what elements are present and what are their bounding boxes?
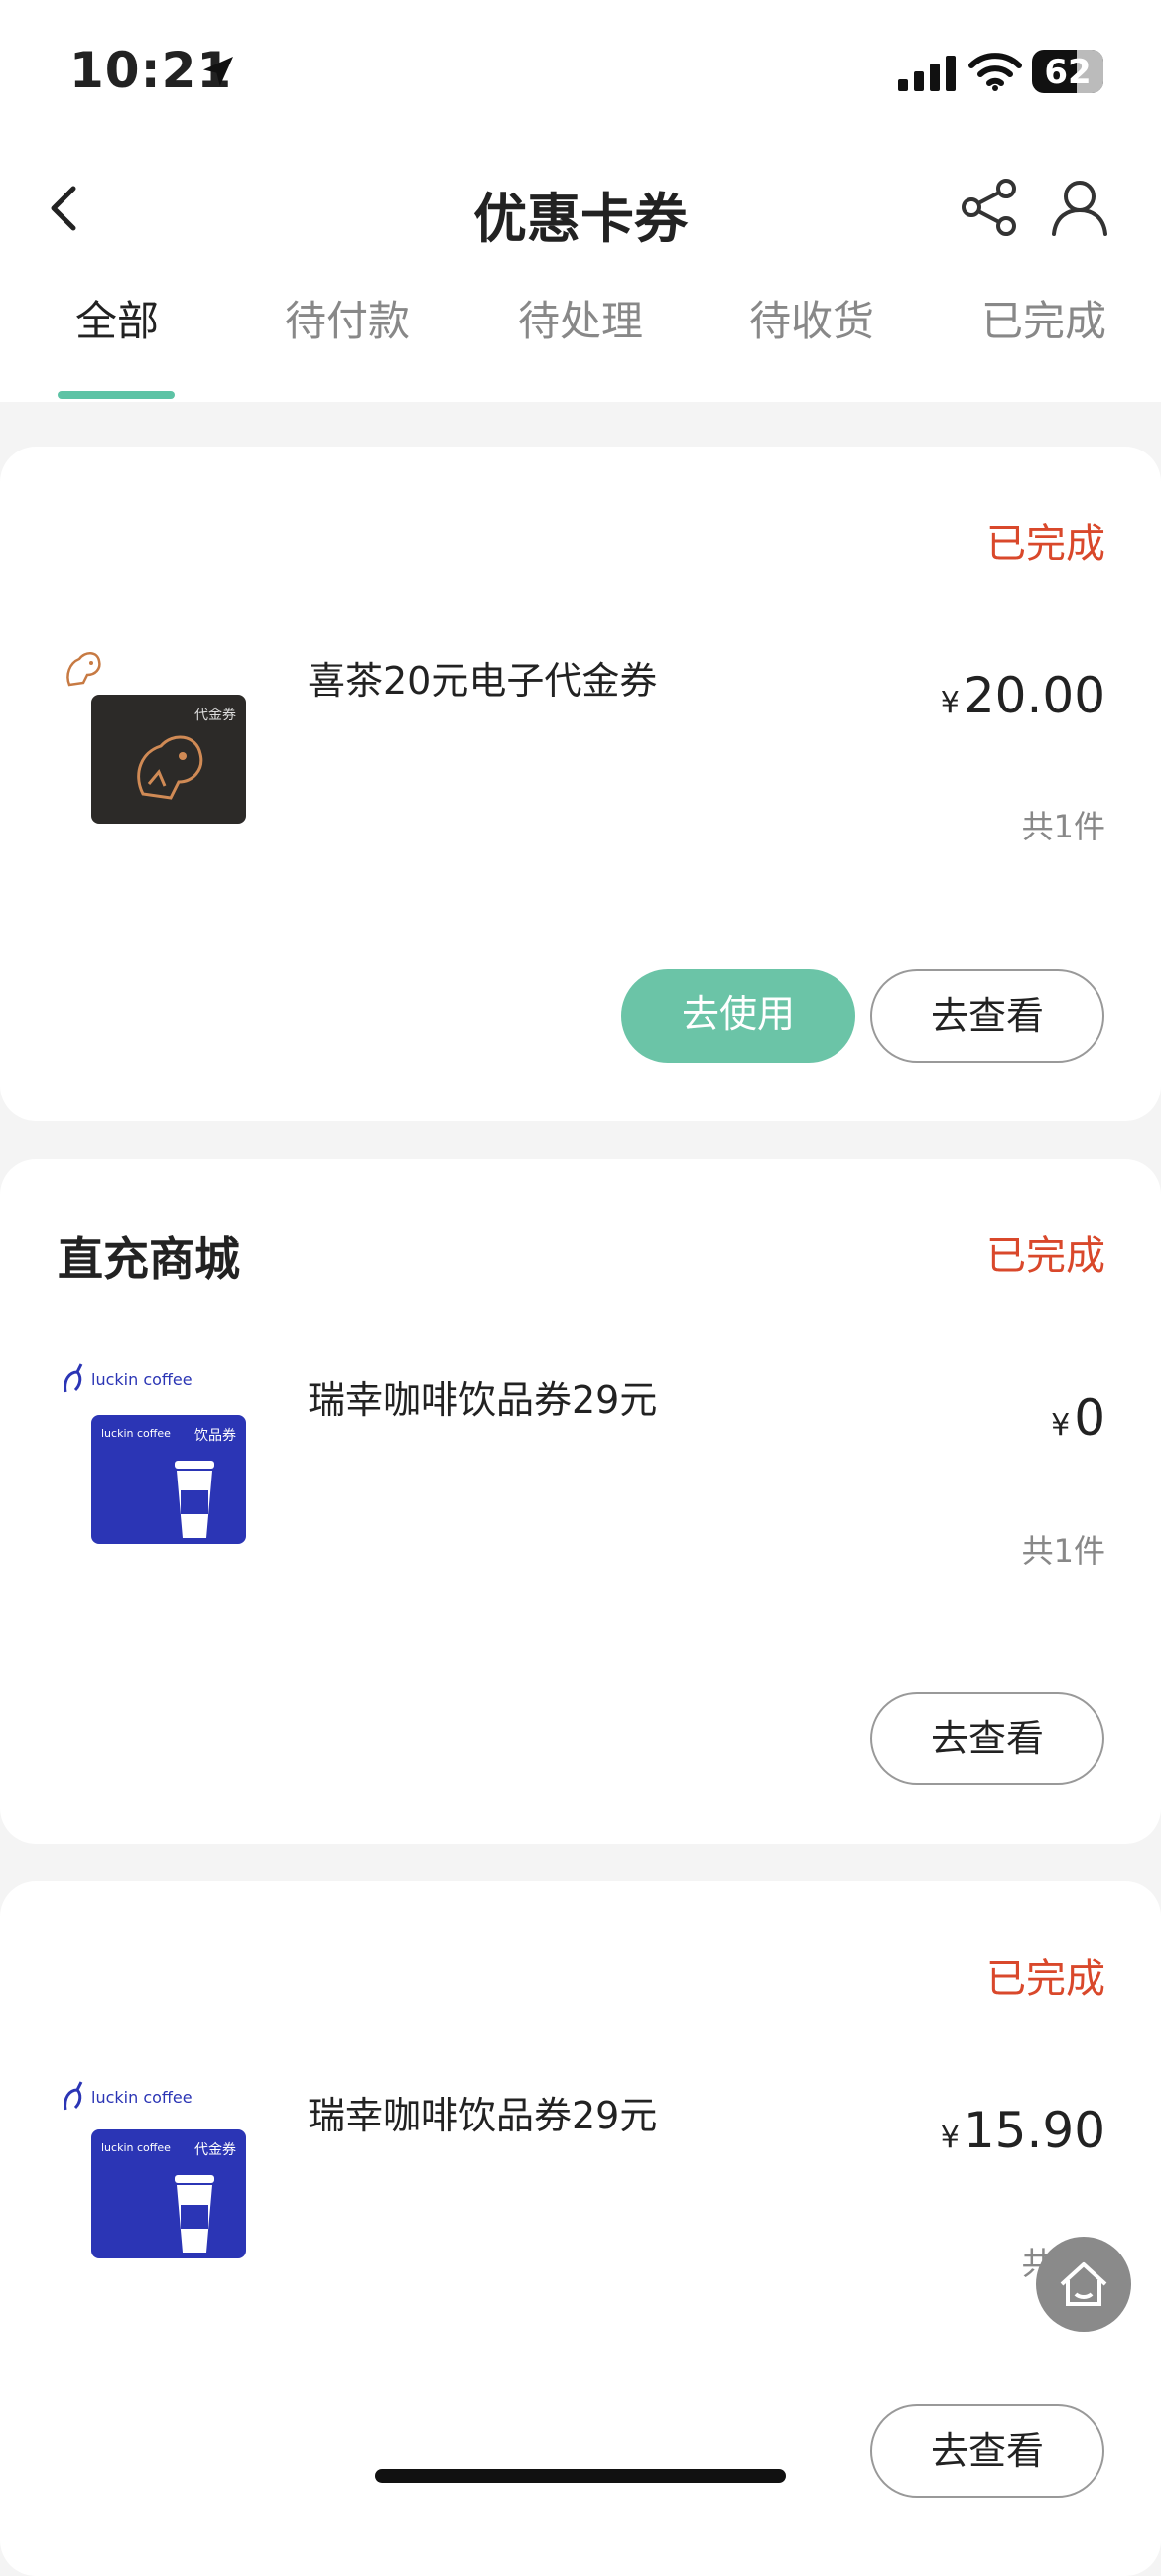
order-tabs: 全部 待付款 待处理 待收货 已完成 <box>0 288 1161 402</box>
floating-home-button[interactable] <box>1036 2237 1131 2332</box>
view-order-button[interactable]: 去查看 <box>870 969 1104 1063</box>
house-icon <box>1060 2262 1107 2306</box>
currency-symbol: ¥ <box>940 686 960 720</box>
coffee-cup-icon <box>175 2175 214 2253</box>
cellular-signal-icon <box>898 56 956 91</box>
price-value: 0 <box>1074 1389 1105 1447</box>
order-status: 已完成 <box>986 521 1105 567</box>
luckin-brand-header: luckin coffee <box>62 1362 193 1396</box>
card-brand: luckin coffee <box>101 2141 171 2154</box>
location-arrow-icon <box>203 57 233 86</box>
product-price: ¥0 <box>1051 1389 1105 1447</box>
active-tab-indicator <box>58 391 175 399</box>
view-order-button[interactable]: 去查看 <box>870 1692 1104 1785</box>
home-indicator <box>375 2469 786 2483</box>
wifi-icon <box>968 53 1022 91</box>
product-name: 瑞幸咖啡饮品券29元 <box>308 2094 658 2137</box>
product-name: 瑞幸咖啡饮品券29元 <box>308 1378 658 1422</box>
top-header: 10:21 62 优惠卡券 全部 待付款 待处理 待收货 已完成 <box>0 0 1161 402</box>
order-card: 已完成 代金券 喜茶20元电子代金券 ¥20.00 共1件 去使用 去查看 <box>0 447 1161 1121</box>
luckin-brand-header: luckin coffee <box>62 2080 193 2114</box>
shop-name: 直充商城 <box>58 1232 240 1286</box>
tab-pending-receipt[interactable]: 待收货 <box>722 288 901 348</box>
nav-bar: 优惠卡券 <box>0 149 1161 268</box>
heytea-logo-icon <box>66 652 101 687</box>
luckin-deer-icon <box>64 1363 83 1393</box>
price-value: 15.90 <box>963 2102 1105 2159</box>
order-card: 直充商城 已完成 luckin coffee luckin coffee 饮品券… <box>0 1159 1161 1844</box>
price-value: 20.00 <box>963 667 1105 724</box>
currency-symbol: ¥ <box>940 2121 960 2155</box>
product-price: ¥15.90 <box>941 2102 1105 2159</box>
tab-all[interactable]: 全部 <box>28 288 206 348</box>
product-image-luckin: luckin coffee 饮品券 <box>91 1415 246 1544</box>
tab-completed[interactable]: 已完成 <box>955 288 1133 348</box>
heytea-figure-icon <box>137 735 203 800</box>
brand-name: luckin coffee <box>91 1369 193 1389</box>
product-quantity: 共1件 <box>1021 808 1105 845</box>
coffee-cup-icon <box>175 1461 214 1538</box>
card-label: 饮品券 <box>194 1428 236 1444</box>
battery-level: 62 <box>1044 53 1092 92</box>
card-label: 代金券 <box>194 708 236 723</box>
tab-pending-payment[interactable]: 待付款 <box>258 288 437 348</box>
product-price: ¥20.00 <box>941 667 1105 724</box>
view-order-button[interactable]: 去查看 <box>870 2404 1104 2498</box>
brand-name: luckin coffee <box>91 2087 193 2107</box>
status-bar: 10:21 62 <box>0 0 1161 149</box>
use-coupon-button[interactable]: 去使用 <box>621 969 855 1063</box>
currency-symbol: ¥ <box>1051 1408 1071 1443</box>
card-label: 代金券 <box>194 2142 236 2158</box>
product-quantity: 共1件 <box>1021 1532 1105 1570</box>
order-status: 已完成 <box>986 1956 1105 2001</box>
product-name: 喜茶20元电子代金券 <box>308 659 658 703</box>
tab-processing[interactable]: 待处理 <box>491 288 670 348</box>
user-icon[interactable] <box>1048 175 1111 238</box>
product-image-luckin: luckin coffee 代金券 <box>91 2129 246 2258</box>
luckin-deer-icon <box>64 2081 83 2111</box>
product-image-heytea: 代金券 <box>91 695 246 824</box>
share-icon[interactable] <box>959 177 1020 238</box>
card-brand: luckin coffee <box>101 1427 171 1440</box>
battery-indicator: 62 <box>1032 50 1103 93</box>
order-status: 已完成 <box>986 1233 1105 1279</box>
